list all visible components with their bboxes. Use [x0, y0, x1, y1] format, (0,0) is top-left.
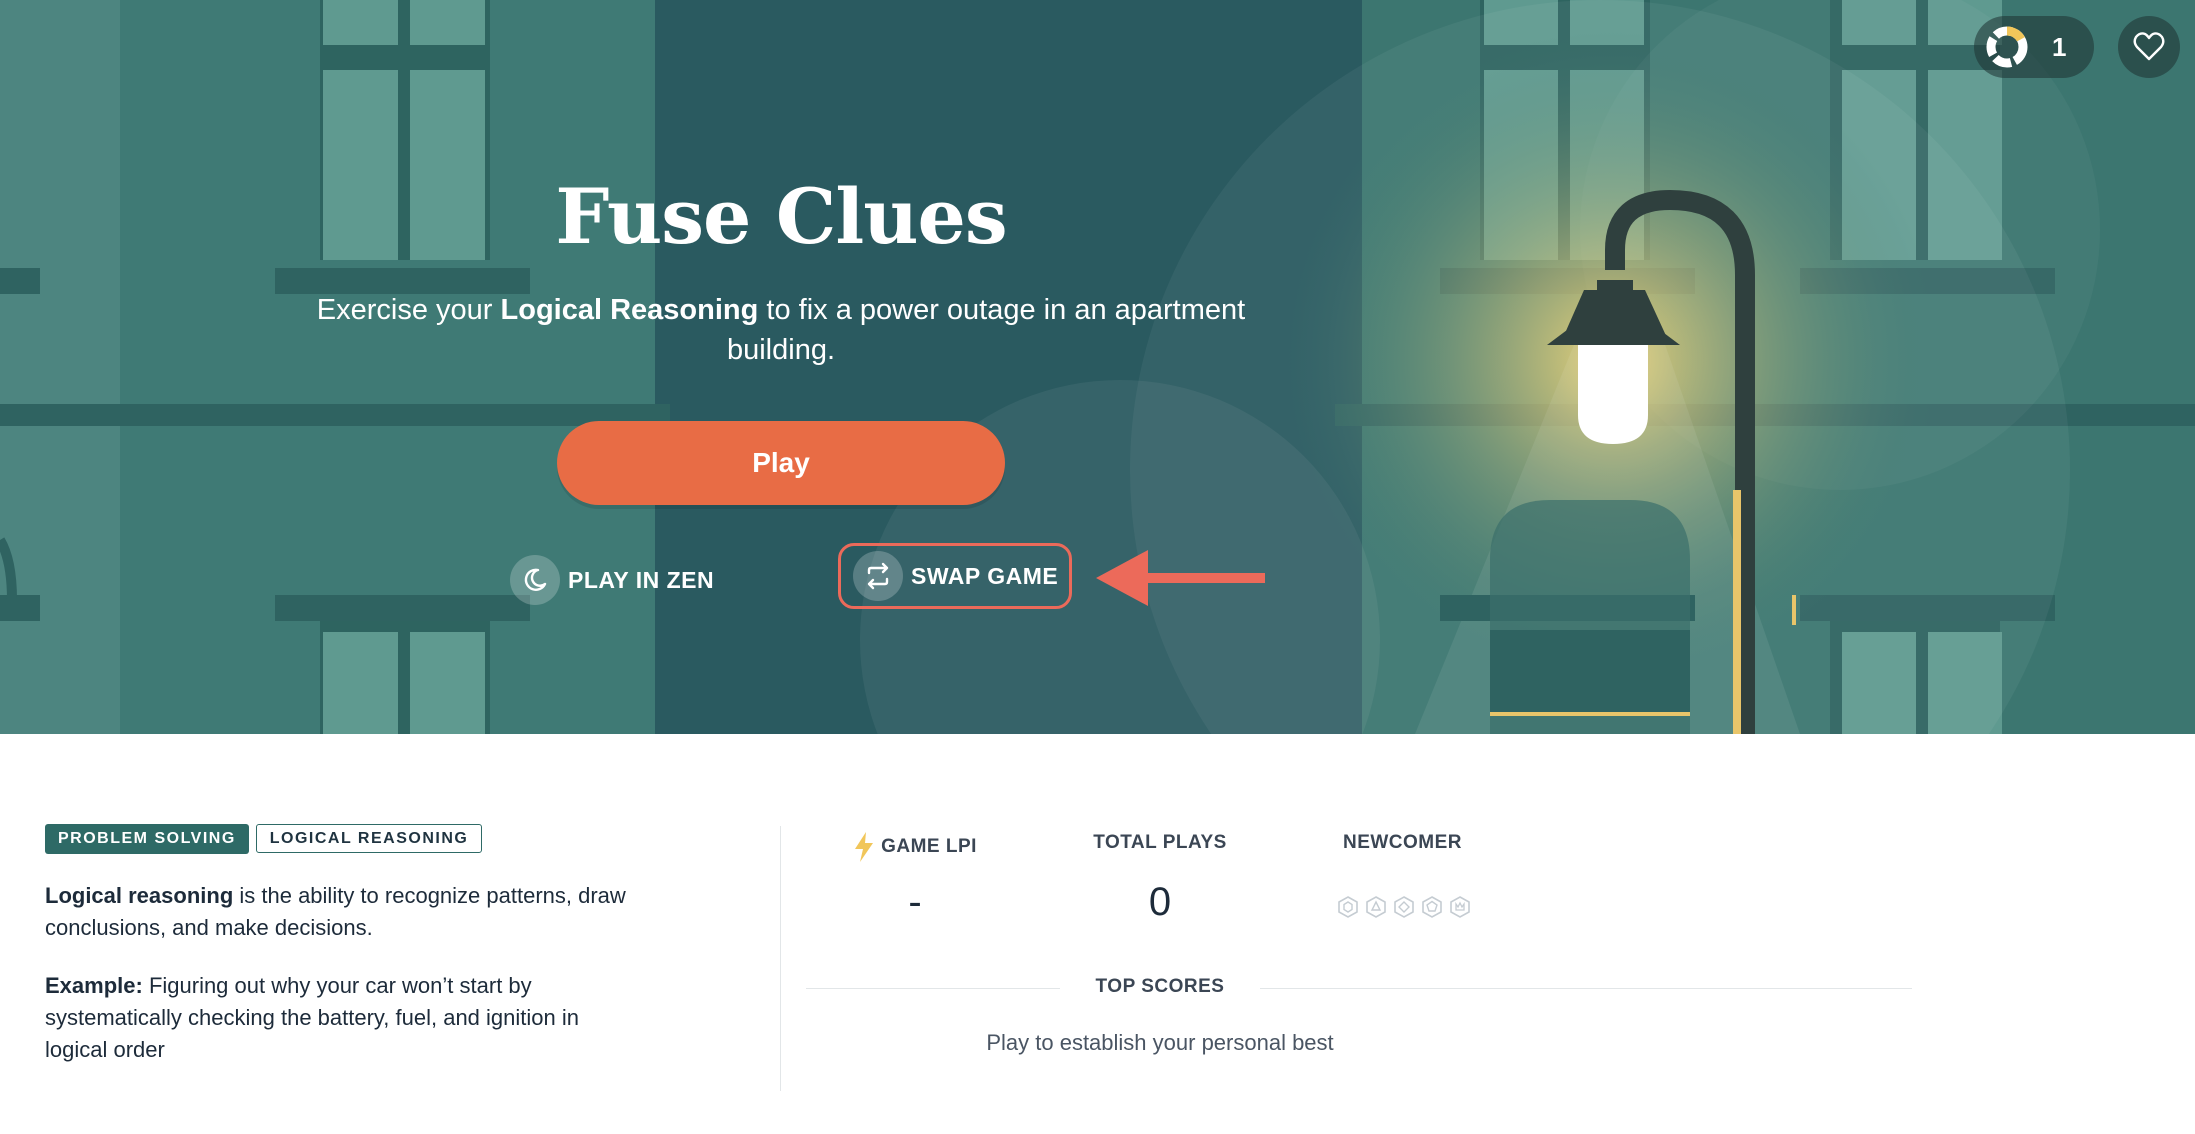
badge-hexagon-icon [1422, 896, 1442, 918]
total-plays-value: 0 [1148, 880, 1172, 924]
section-divider [780, 826, 781, 1091]
skill-example: Example: Figuring out why your car won’t… [45, 970, 645, 1066]
game-title: Fuse Clues [555, 172, 1007, 261]
swap-arrows-icon [853, 551, 903, 601]
play-button-label: Play [752, 447, 810, 478]
game-subtitle: Exercise your Logical Reasoning to fix a… [300, 290, 1262, 370]
favorite-button[interactable] [2118, 16, 2180, 78]
rank-label: NEWCOMER [1342, 832, 1463, 853]
subtitle-pre: Exercise your [316, 294, 501, 326]
subtitle-post: to fix a power outage in an apartment bu… [726, 294, 1246, 366]
personal-best-text: Play to establish your personal best [986, 1030, 1334, 1055]
pointer-arrow-icon [1096, 550, 1265, 606]
skill-tags: PROBLEM SOLVING LOGICAL REASONING [45, 824, 483, 854]
hero-content: Fuse Clues Exercise your Logical Reasoni… [0, 0, 1562, 734]
moon-icon [510, 555, 560, 605]
hero-banner: Fuse Clues Exercise your Logical Reasoni… [0, 0, 2195, 734]
tag-logical-reasoning[interactable]: LOGICAL REASONING [255, 824, 483, 853]
badge-hexagon-icon [1394, 896, 1414, 918]
skill-definition: Logical reasoning is the ability to reco… [45, 880, 645, 944]
game-lpi-value: - [908, 880, 922, 924]
play-button[interactable]: Play [557, 421, 1005, 505]
total-plays-label: TOTAL PLAYS [1093, 832, 1227, 853]
badge-hexagon-icon [1366, 896, 1386, 918]
example-label: Example: [45, 973, 143, 998]
rank-badges [1336, 895, 1472, 919]
badge-hexagon-icon [1450, 896, 1470, 918]
swap-game-label: SWAP GAME [911, 562, 1059, 589]
skill-term: Logical reasoning [45, 883, 234, 908]
lightning-icon [855, 832, 874, 862]
progress-ring-icon [1986, 26, 2028, 68]
play-in-zen-label: PLAY IN ZEN [568, 566, 715, 593]
heart-icon [2133, 32, 2165, 61]
tag-problem-solving[interactable]: PROBLEM SOLVING [45, 824, 249, 854]
game-lpi-text: GAME LPI [881, 836, 977, 857]
streak-indicator[interactable]: 1 [1974, 16, 2094, 78]
play-in-zen-button[interactable]: PLAY IN ZEN [510, 555, 714, 605]
game-lpi-label: GAME LPI [850, 832, 980, 862]
top-scores-divider [806, 988, 1912, 989]
subtitle-skill: Logical Reasoning [500, 294, 759, 326]
swap-game-button[interactable]: SWAP GAME [838, 543, 1072, 609]
top-scores-label: TOP SCORES [1060, 976, 1260, 998]
badge-hexagon-icon [1338, 896, 1358, 918]
streak-count: 1 [2052, 31, 2067, 62]
